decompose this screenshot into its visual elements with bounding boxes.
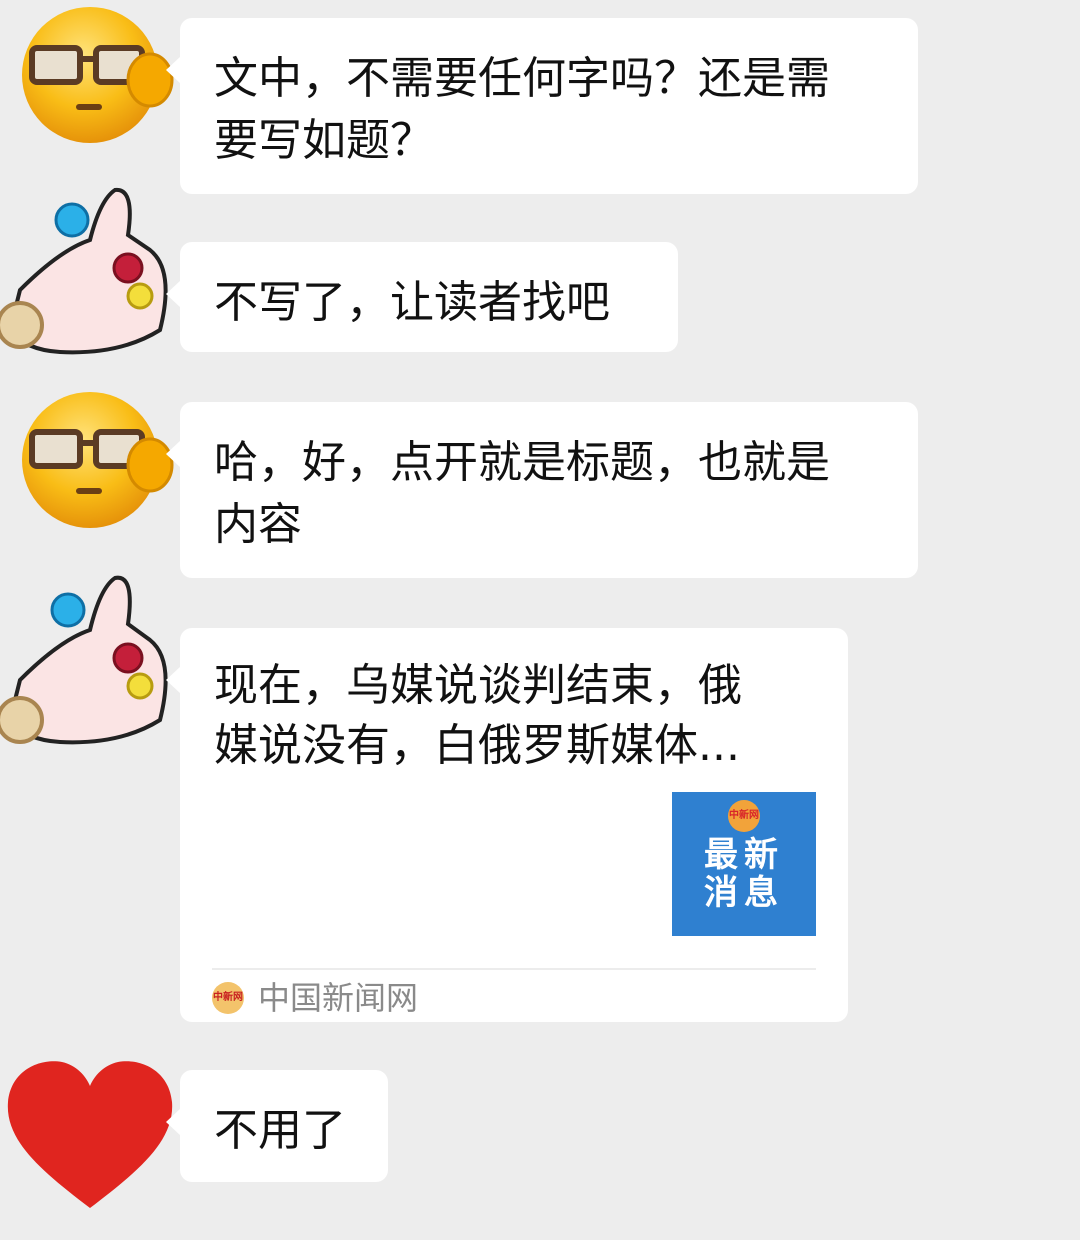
card-title-line: 媒说没有，白俄罗斯媒体... <box>214 720 740 771</box>
heart-avatar[interactable] <box>0 1050 180 1240</box>
sunglasses-emoji-icon <box>22 7 174 143</box>
thumbs-up-icon <box>0 575 168 745</box>
source-logo-icon: 中新网 <box>212 982 244 1014</box>
message-bubble[interactable]: 文中，不需要任何字吗？还是需 要写如题？ <box>166 18 918 194</box>
thumbs-up-avatar[interactable] <box>0 180 180 370</box>
sunglasses-emoji-icon <box>22 392 174 528</box>
thumbs-up-avatar[interactable] <box>0 560 180 750</box>
glasses-emoji-avatar[interactable] <box>0 0 180 190</box>
thumbnail-text: 最新 <box>704 835 784 875</box>
message-line: 要写如题？ <box>214 115 434 166</box>
message-bubble[interactable]: 不写了，让读者找吧 <box>166 242 678 352</box>
source-name: 中国新闻网 <box>258 979 419 1017</box>
card-divider <box>212 968 816 970</box>
message-bubble[interactable]: 不用了 <box>166 1070 388 1182</box>
chat-message: 不写了，让读者找吧 <box>0 180 1080 370</box>
card-source: 中新网 中国新闻网 <box>212 978 418 1018</box>
card-thumbnail: 中新网 最新 消息 <box>672 792 816 936</box>
message-line: 哈，好，点开就是标题，也就是 <box>214 437 830 488</box>
link-card[interactable]: 现在，乌媒说谈判结束，俄 媒说没有，白俄罗斯媒体... 中新网 最新 消息 中新… <box>166 628 848 1022</box>
message-line: 文中，不需要任何字吗？还是需 <box>214 53 830 104</box>
news-logo-icon: 中新网 <box>728 800 760 832</box>
card-title-line: 现在，乌媒说谈判结束，俄 <box>214 660 742 711</box>
thumbs-up-icon <box>0 187 168 355</box>
message-line: 不写了，让读者找吧 <box>214 277 610 328</box>
message-line: 不用了 <box>214 1105 346 1156</box>
message-bubble[interactable]: 哈，好，点开就是标题，也就是 内容 <box>166 402 918 578</box>
chat-message: 文中，不需要任何字吗？还是需 要写如题？ <box>0 0 1080 200</box>
thumbnail-text: 消息 <box>704 873 784 913</box>
red-heart-icon <box>7 1061 173 1208</box>
message-line: 内容 <box>214 499 302 550</box>
chat-message: 不用了 <box>0 1050 1080 1217</box>
chat-message: 现在，乌媒说谈判结束，俄 媒说没有，白俄罗斯媒体... 中新网 最新 消息 中新… <box>0 560 1080 1030</box>
glasses-emoji-avatar[interactable] <box>0 390 180 580</box>
